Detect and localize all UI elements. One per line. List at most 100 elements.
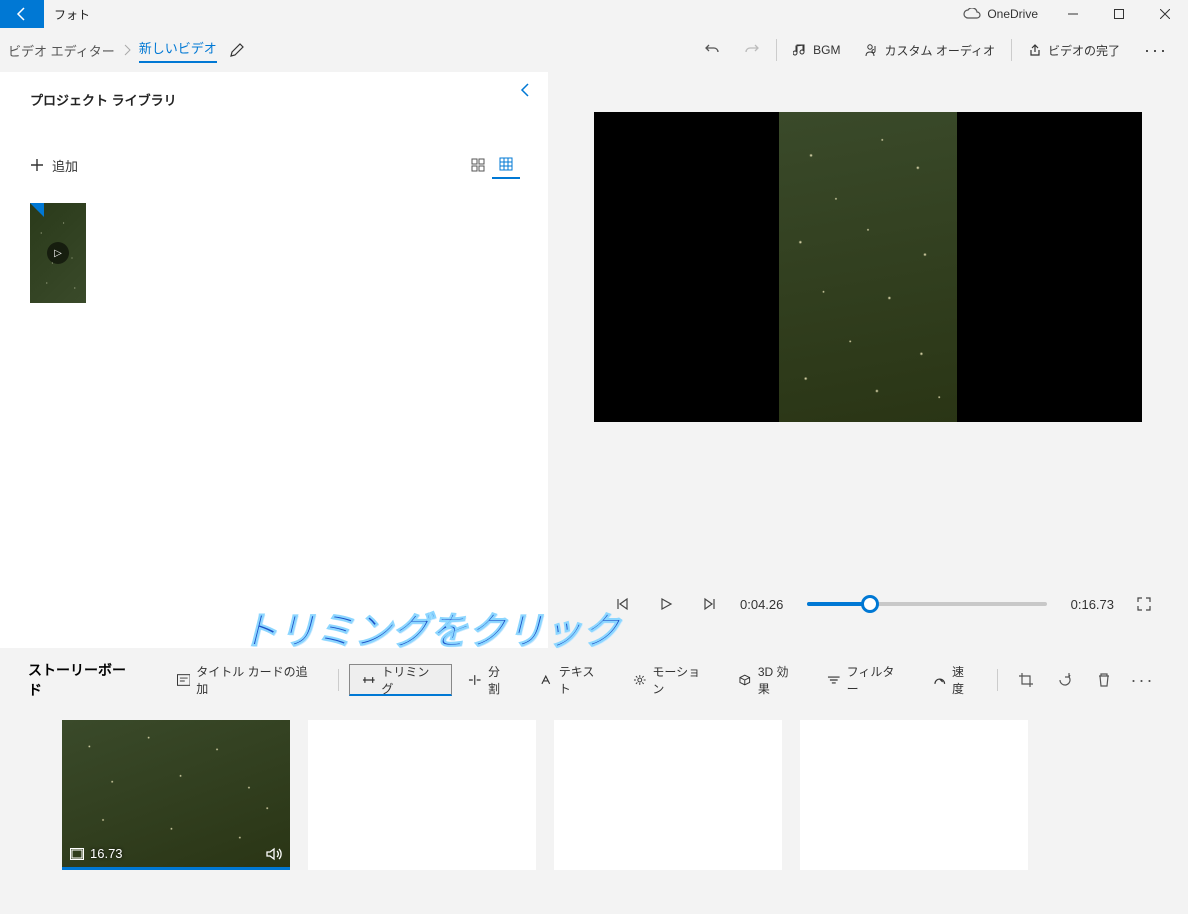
music-icon — [793, 43, 807, 57]
library-title: プロジェクト ライブラリ — [30, 90, 520, 109]
undo-button[interactable] — [692, 34, 732, 66]
redo-button[interactable] — [732, 34, 772, 66]
motion-label: モーション — [652, 663, 710, 697]
delete-button[interactable] — [1086, 664, 1121, 696]
view-large-button[interactable] — [492, 151, 520, 179]
add-media-button[interactable]: 追加 — [30, 156, 78, 175]
3d-effects-label: 3D 効果 — [758, 663, 799, 697]
storyboard-clip[interactable]: 16.73 — [62, 720, 290, 870]
trim-icon — [362, 674, 376, 686]
bgm-label: BGM — [813, 43, 840, 57]
seek-thumb[interactable] — [861, 595, 879, 613]
minimize-icon — [1068, 9, 1078, 19]
speed-label: 速度 — [952, 663, 975, 697]
crop-button[interactable] — [1008, 664, 1043, 696]
storyboard-empty-slot[interactable] — [800, 720, 1028, 870]
preview-pane: 0:04.26 0:16.73 — [548, 72, 1188, 648]
chevron-right-icon — [123, 44, 131, 56]
command-bar: ビデオ エディター 新しいビデオ BGM カスタム オーディオ ビデオの完了 ·… — [0, 28, 1188, 72]
filter-label: フィルター — [847, 663, 905, 697]
library-toolbar: 追加 — [30, 151, 520, 179]
filter-button[interactable]: フィルター — [815, 664, 916, 696]
trim-label: トリミング — [381, 663, 439, 697]
play-button[interactable] — [652, 590, 680, 618]
trash-icon — [1096, 672, 1112, 688]
add-title-card-button[interactable]: タイトル カードの追加 — [165, 664, 328, 696]
project-library: プロジェクト ライブラリ 追加 ▷ — [0, 72, 548, 648]
custom-audio-button[interactable]: カスタム オーディオ — [853, 34, 1008, 66]
audio-icon[interactable] — [266, 847, 282, 861]
duration-icon — [70, 848, 84, 860]
back-button[interactable] — [0, 0, 44, 28]
maximize-icon — [1114, 9, 1124, 19]
rotate-icon — [1057, 672, 1073, 688]
rename-button[interactable] — [229, 42, 245, 58]
storyboard-empty-slot[interactable] — [554, 720, 782, 870]
trim-button[interactable]: トリミング — [349, 664, 453, 696]
clip-info: 16.73 — [70, 846, 282, 861]
text-icon — [539, 674, 553, 686]
title-bar: フォト OneDrive — [0, 0, 1188, 28]
rotate-button[interactable] — [1047, 664, 1082, 696]
finish-label: ビデオの完了 — [1048, 42, 1120, 59]
total-time: 0:16.73 — [1071, 597, 1114, 612]
grid-large-icon — [499, 157, 513, 171]
library-collapse-button[interactable] — [520, 82, 530, 98]
filter-icon — [827, 674, 841, 686]
close-icon — [1160, 9, 1170, 19]
motion-icon — [633, 674, 647, 686]
close-button[interactable] — [1142, 0, 1188, 28]
play-badge-icon: ▷ — [47, 242, 69, 264]
play-icon — [659, 597, 673, 611]
storyboard-empty-slot[interactable] — [308, 720, 536, 870]
custom-audio-label: カスタム オーディオ — [885, 42, 996, 59]
arrow-left-icon — [14, 6, 30, 22]
clip-thumbnail — [62, 720, 290, 867]
seek-track[interactable] — [807, 602, 1046, 606]
redo-icon — [744, 42, 760, 58]
app-title: フォト — [54, 6, 90, 23]
grid-small-icon — [471, 158, 485, 172]
split-label: 分割 — [488, 663, 511, 697]
library-clip-thumbnail[interactable]: ▷ — [30, 203, 86, 303]
onedrive-status[interactable]: OneDrive — [963, 7, 1038, 21]
cube-icon — [738, 674, 752, 686]
person-music-icon — [865, 43, 879, 57]
add-title-card-label: タイトル カードの追加 — [196, 663, 316, 697]
crop-icon — [1018, 672, 1034, 688]
text-label: テキスト — [559, 663, 605, 697]
storyboard-toolbar: ストーリーボード タイトル カードの追加 トリミング 分割 テキスト モーション… — [0, 656, 1188, 704]
clip-duration: 16.73 — [90, 846, 123, 861]
current-time: 0:04.26 — [740, 597, 783, 612]
more-button[interactable]: ··· — [1132, 40, 1180, 61]
bgm-button[interactable]: BGM — [781, 34, 852, 66]
split-icon — [468, 674, 482, 686]
next-frame-button[interactable] — [696, 590, 724, 618]
maximize-button[interactable] — [1096, 0, 1142, 28]
speed-button[interactable]: 速度 — [921, 664, 988, 696]
pencil-icon — [229, 42, 245, 58]
finish-video-button[interactable]: ビデオの完了 — [1016, 34, 1132, 66]
storyboard-clips: 16.73 — [0, 720, 1188, 870]
breadcrumb-root[interactable]: ビデオ エディター — [8, 41, 115, 60]
view-small-button[interactable] — [464, 151, 492, 179]
chevron-left-icon — [520, 82, 530, 98]
breadcrumb-current[interactable]: 新しいビデオ — [139, 38, 217, 63]
step-fwd-icon — [703, 597, 717, 611]
video-frame — [779, 112, 957, 422]
main-area: プロジェクト ライブラリ 追加 ▷ — [0, 72, 1188, 648]
annotation-text: トリミングをクリック — [240, 600, 620, 655]
undo-icon — [704, 42, 720, 58]
fullscreen-button[interactable] — [1130, 590, 1158, 618]
storyboard-more-button[interactable]: ··· — [1125, 664, 1160, 696]
split-button[interactable]: 分割 — [456, 664, 523, 696]
onedrive-label: OneDrive — [987, 7, 1038, 21]
export-icon — [1028, 43, 1042, 57]
video-preview[interactable] — [594, 112, 1142, 422]
motion-button[interactable]: モーション — [621, 664, 722, 696]
title-card-icon — [177, 674, 191, 686]
3d-effects-button[interactable]: 3D 効果 — [726, 664, 811, 696]
minimize-button[interactable] — [1050, 0, 1096, 28]
text-button[interactable]: テキスト — [527, 664, 617, 696]
speed-icon — [933, 674, 947, 686]
